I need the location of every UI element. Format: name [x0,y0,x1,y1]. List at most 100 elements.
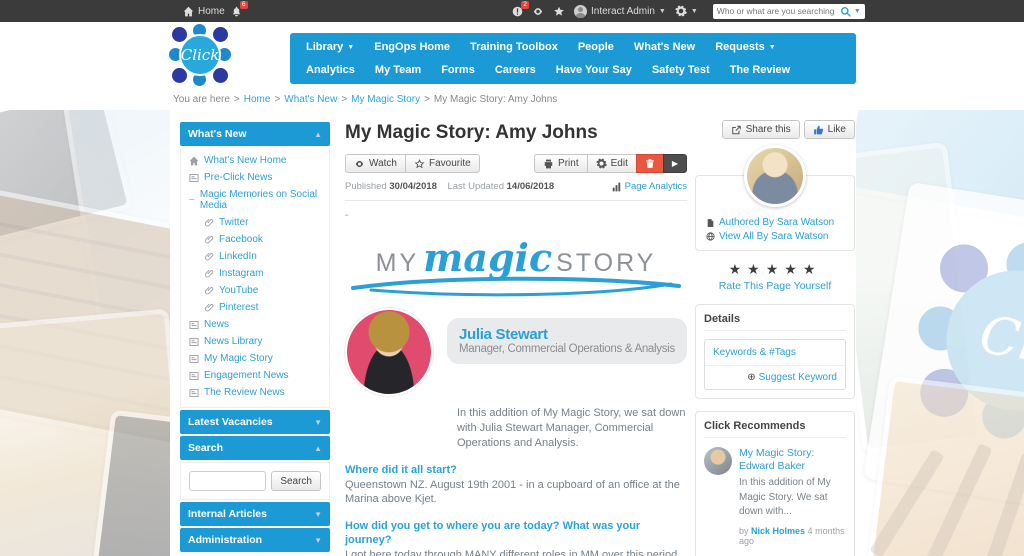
nav-training-toolbox[interactable]: Training Toolbox [460,36,568,58]
share-button[interactable]: Share this [721,120,800,139]
news-icon [189,354,199,364]
nav-analytics[interactable]: Analytics [296,59,365,81]
julia-stewart-photo [345,308,433,396]
sidebar-item-my-magic-story[interactable]: My Magic Story [181,350,329,367]
nav-people[interactable]: People [568,36,624,58]
main-navigation: Library ▼ EngOps Home Training Toolbox Pe… [290,33,856,84]
recommended-title-link[interactable]: My Magic Story: Edward Baker [739,447,846,473]
breadcrumb-separator: > [424,93,430,105]
sidebar-search-input[interactable] [189,471,267,491]
rate-page-link[interactable]: Rate This Page Yourself [719,280,831,292]
favourites-button[interactable] [553,6,565,17]
paperclip-icon [205,218,214,227]
gear-icon [595,158,607,169]
updated-label: Last Updated [447,181,504,192]
user-name: Interact Admin [591,5,655,17]
interviewee-role: Manager, Commercial Operations & Analysi… [459,343,675,355]
news-icon [189,337,199,347]
sidebar-item-news[interactable]: News [181,316,329,333]
authored-by-link[interactable]: Authored By Sara Watson [706,217,844,228]
page-title: My Magic Story: Amy Johns [345,122,598,143]
paperclip-icon [205,269,214,278]
share-actions: Share this Like [695,120,855,139]
nav-engops-home[interactable]: EngOps Home [364,36,460,58]
sidebar-header-administration[interactable]: Administration ▼ [180,528,330,552]
paperclip-icon [205,303,214,312]
watch-button[interactable]: Watch [345,154,406,173]
star-icon[interactable]: ★ [747,261,766,277]
next-page-button[interactable]: ▶ [662,154,687,173]
sidebar-item-pre-click-news[interactable]: Pre-Click News [181,169,329,186]
sidebar-item-youtube[interactable]: YouTube [181,282,329,299]
sidebar-item-instagram[interactable]: Instagram [181,265,329,282]
sidebar-item-whats-new-home[interactable]: What's New Home [181,152,329,169]
sidebar-search-button[interactable]: Search [271,471,321,491]
top-utility-bar: Home 6 2 Interact Admin ▼ ▼ Who or what … [0,0,1024,22]
updated-date: 14/06/2018 [506,181,555,192]
watched-content-button[interactable] [532,6,544,17]
nav-careers[interactable]: Careers [485,59,546,81]
star-icon[interactable]: ★ [729,261,748,277]
article: My Magic Story: Amy Johns Watch Favourit… [345,122,687,556]
chevron-down-icon: ▼ [314,535,322,545]
breadcrumb-whats-new[interactable]: What's New [284,94,337,105]
home-link[interactable]: Home [183,6,225,17]
nav-forms[interactable]: Forms [431,59,485,81]
breadcrumb-current: My Magic Story: Amy Johns [433,93,558,105]
user-menu[interactable]: Interact Admin ▼ [574,4,666,18]
favourite-button[interactable]: Favourite [404,154,480,173]
nav-library[interactable]: Library ▼ [296,36,364,58]
star-icon[interactable]: ★ [766,261,785,277]
alerts-button[interactable]: 2 [512,0,529,17]
search-icon[interactable] [840,6,851,17]
chevron-down-icon[interactable]: ▼ [854,8,861,15]
sidebar-item-magic-memories-social[interactable]: − Magic Memories on Social Media [181,186,329,214]
nav-safety-test[interactable]: Safety Test [642,59,720,81]
sidebar-header-internal-articles[interactable]: Internal Articles ▼ [180,502,330,526]
suggest-keyword-link[interactable]: ⊕ Suggest Keyword [705,366,845,389]
edit-button[interactable]: Edit [586,154,637,173]
nav-my-team[interactable]: My Team [365,59,431,81]
rating-stars[interactable]: ★★★★★ [695,261,855,278]
nav-the-review[interactable]: The Review [720,59,801,81]
sidebar-item-twitter[interactable]: Twitter [181,214,329,231]
page-analytics-link[interactable]: Page Analytics [611,181,687,192]
published-label: Published [345,181,387,192]
sidebar-item-pinterest[interactable]: Pinterest [181,299,329,316]
article-intro: In this addition of My Magic Story, we s… [457,407,686,449]
right-column: Share this Like Authored By Sara Watson … [695,120,855,556]
recommended-author-link[interactable]: Nick Holmes [751,526,805,536]
nav-whats-new[interactable]: What's New [624,36,705,58]
notifications-bell[interactable]: 6 [231,0,248,17]
nav-requests[interactable]: Requests ▼ [705,36,785,58]
thumbs-up-icon [813,125,823,134]
click-logo[interactable]: Click [169,24,231,86]
sidebar-item-the-review-news[interactable]: The Review News [181,384,329,401]
home-icon [189,156,199,166]
sidebar-item-linkedin[interactable]: LinkedIn [181,248,329,265]
star-icon[interactable]: ★ [784,261,803,277]
qa-block: Where did it all start? Queenstown NZ. A… [345,463,687,507]
view-all-by-link[interactable]: View All By Sara Watson [706,231,844,242]
global-search-input[interactable] [716,6,837,16]
author-avatar[interactable] [744,145,806,207]
keywords-tags-link[interactable]: Keywords & #Tags [705,340,845,366]
sidebar-item-facebook[interactable]: Facebook [181,231,329,248]
sidebar-header-latest-vacancies[interactable]: Latest Vacancies ▼ [180,410,330,434]
nav-have-your-say[interactable]: Have Your Say [546,59,642,81]
print-button[interactable]: Print [534,154,588,173]
sidebar-item-engagement-news[interactable]: Engagement News [181,367,329,384]
delete-button[interactable] [635,154,664,173]
qa-block: How did you get to where you are today? … [345,519,687,556]
breadcrumb-my-magic-story[interactable]: My Magic Story [351,94,420,105]
like-button[interactable]: Like [803,120,855,139]
sidebar-header-search[interactable]: Search ▲ [180,436,330,460]
sidebar-item-news-library[interactable]: News Library [181,333,329,350]
settings-menu[interactable]: ▼ [675,5,698,17]
sidebar-header-whats-new[interactable]: What's New ▲ [180,122,330,146]
recommended-item[interactable]: My Magic Story: Edward Baker In this add… [704,447,846,546]
chevron-up-icon: ▲ [314,129,322,139]
news-icon [189,371,199,381]
star-icon[interactable]: ★ [803,261,822,277]
breadcrumb-home[interactable]: Home [244,94,271,105]
